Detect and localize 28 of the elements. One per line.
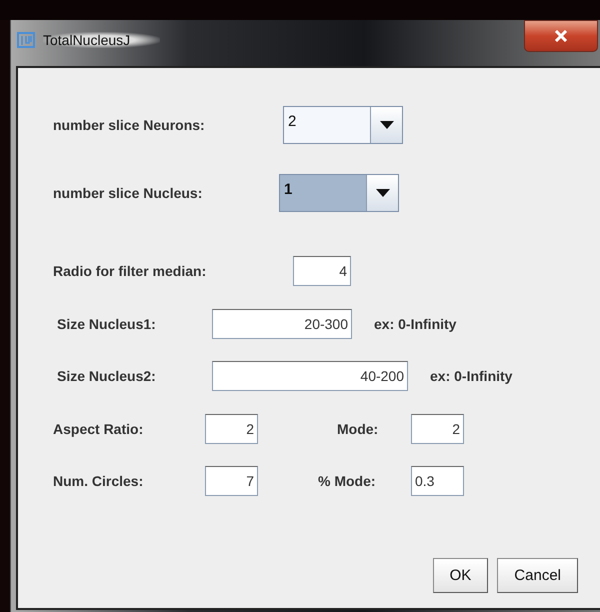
dropdown[interactable]: 1 — [279, 174, 399, 212]
cancel-button[interactable]: Cancel — [497, 558, 578, 593]
close-icon — [554, 30, 568, 42]
field-label: Mode: — [337, 421, 380, 437]
input-field[interactable]: 0.3 — [411, 466, 464, 496]
input-field[interactable]: 40-200 — [212, 361, 408, 391]
hint-text: ex: 0-Infinity — [430, 368, 512, 384]
input-field[interactable]: 20-300 — [212, 309, 352, 339]
hint-text: ex: 0-Infinity — [374, 316, 456, 332]
field-label: Aspect Ratio: — [53, 421, 144, 437]
input-field[interactable]: 2 — [411, 414, 464, 444]
field-label: Size Nucleus1: — [57, 316, 157, 332]
field-label: Size Nucleus2: — [57, 368, 157, 384]
field-label: number slice Neurons: — [53, 117, 206, 133]
caret-icon — [380, 121, 394, 129]
caret-icon — [376, 189, 390, 197]
field-label: number slice Nucleus: — [53, 185, 204, 201]
field-label: Radio for filter median: — [53, 263, 208, 279]
dropdown[interactable]: 2 — [283, 106, 403, 144]
input-field[interactable]: 4 — [293, 256, 351, 286]
ok-button[interactable]: OK — [432, 558, 488, 593]
input-field[interactable]: 2 — [205, 414, 258, 444]
app-icon — [17, 32, 35, 48]
input-field[interactable]: 7 — [205, 466, 258, 496]
window-title: TotalNucleusJ — [43, 32, 160, 48]
field-label: Num. Circles: — [53, 473, 144, 489]
field-label: % Mode: — [318, 473, 377, 489]
close-button[interactable] — [524, 20, 598, 52]
